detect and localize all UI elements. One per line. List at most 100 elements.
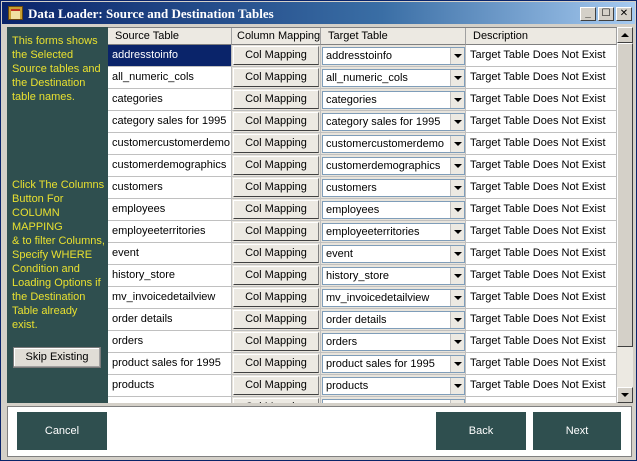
dropdown-arrow-icon[interactable] [450,334,464,350]
scroll-down-icon[interactable] [617,387,633,403]
source-table-cell[interactable]: orders [108,331,232,353]
source-table-cell[interactable]: employees [108,199,232,221]
table-row[interactable]: categories Col Mapping categories Target Ta… [108,89,617,111]
dropdown-arrow-icon[interactable] [450,246,464,262]
table-row[interactable]: orders Col Mapping orders Target Table Does… [108,331,617,353]
dropdown-arrow-icon[interactable] [450,70,464,86]
target-table-dropdown[interactable]: event [322,245,465,263]
header-target-table[interactable]: Target Table [321,28,466,45]
col-mapping-button[interactable]: Col Mapping [233,156,319,175]
col-mapping-button[interactable]: Col Mapping [233,376,319,395]
table-row[interactable]: Col Mapping [108,397,617,403]
header-column-mapping[interactable]: Column Mapping [232,28,321,45]
target-table-dropdown[interactable]: product sales for 1995 [322,355,465,373]
target-table-dropdown[interactable] [322,399,465,403]
col-mapping-button[interactable]: Col Mapping [233,46,319,65]
dropdown-arrow-icon[interactable] [450,114,464,130]
source-table-cell[interactable]: addresstoinfo [108,45,232,67]
col-mapping-button[interactable]: Col Mapping [233,288,319,307]
target-table-dropdown[interactable]: order details [322,311,465,329]
source-table-cell[interactable]: employeeterritories [108,221,232,243]
header-source-table[interactable]: Source Table [108,28,232,45]
table-row[interactable]: addresstoinfo Col Mapping addresstoinfo Tar… [108,45,617,67]
maximize-button[interactable]: ☐ [598,7,614,21]
target-table-dropdown[interactable]: all_numeric_cols [322,69,465,87]
next-button[interactable]: Next [533,412,621,450]
col-mapping-button[interactable]: Col Mapping [233,266,319,285]
dropdown-arrow-icon[interactable] [450,312,464,328]
cancel-button[interactable]: Cancel [17,412,107,450]
dropdown-arrow-icon[interactable] [450,378,464,394]
table-row[interactable]: employeeterritories Col Mapping employeete… [108,221,617,243]
target-table-dropdown[interactable]: category sales for 1995 [322,113,465,131]
skip-existing-button[interactable]: Skip Existing [13,347,101,368]
dropdown-arrow-icon[interactable] [450,158,464,174]
source-table-cell[interactable]: event [108,243,232,265]
col-mapping-button[interactable]: Col Mapping [233,200,319,219]
scroll-up-icon[interactable] [617,27,633,43]
dropdown-arrow-icon[interactable] [450,356,464,372]
col-mapping-button[interactable]: Col Mapping [233,90,319,109]
table-row[interactable]: event Col Mapping event Target Table Does N… [108,243,617,265]
source-table-cell[interactable]: categories [108,89,232,111]
source-table-cell[interactable]: customerdemographics [108,155,232,177]
col-mapping-button[interactable]: Col Mapping [233,112,319,131]
target-table-dropdown[interactable]: customercustomerdemo [322,135,465,153]
dropdown-arrow-icon[interactable] [450,400,464,403]
target-table-dropdown[interactable]: addresstoinfo [322,47,465,65]
dropdown-arrow-icon[interactable] [450,48,464,64]
header-description[interactable]: Description [466,28,617,45]
source-table-cell[interactable]: customers [108,177,232,199]
target-table-dropdown[interactable]: customers [322,179,465,197]
scroll-thumb[interactable] [617,43,633,347]
source-table-cell[interactable]: product sales for 1995 [108,353,232,375]
col-mapping-button[interactable]: Col Mapping [233,178,319,197]
minimize-button[interactable]: _ [580,7,596,21]
target-table-dropdown[interactable]: employees [322,201,465,219]
table-row[interactable]: customerdemographics Col Mapping customerd… [108,155,617,177]
table-row[interactable]: product sales for 1995 Col Mapping product… [108,353,617,375]
source-table-cell[interactable]: history_store [108,265,232,287]
dropdown-arrow-icon[interactable] [450,202,464,218]
col-mapping-button[interactable]: Col Mapping [233,398,319,403]
dropdown-arrow-icon[interactable] [450,268,464,284]
source-table-cell[interactable] [108,397,232,403]
target-table-dropdown[interactable]: mv_invoicedetailview [322,289,465,307]
source-table-cell[interactable]: mv_invoicedetailview [108,287,232,309]
dropdown-arrow-icon[interactable] [450,290,464,306]
source-table-cell[interactable]: category sales for 1995 [108,111,232,133]
table-row[interactable]: employees Col Mapping employees Target Tabl… [108,199,617,221]
table-row[interactable]: all_numeric_cols Col Mapping all_numeric_c… [108,67,617,89]
table-row[interactable]: customercustomerdemo Col Mapping customerc… [108,133,617,155]
source-table-cell[interactable]: customercustomerdemo [108,133,232,155]
target-table-dropdown[interactable]: orders [322,333,465,351]
table-row[interactable]: order details Col Mapping order details Tar… [108,309,617,331]
close-button[interactable]: ✕ [616,7,632,21]
source-table-cell[interactable]: order details [108,309,232,331]
target-table-dropdown[interactable]: products [322,377,465,395]
col-mapping-button[interactable]: Col Mapping [233,332,319,351]
col-mapping-button[interactable]: Col Mapping [233,244,319,263]
dropdown-arrow-icon[interactable] [450,224,464,240]
table-row[interactable]: customers Col Mapping customers Target Tabl… [108,177,617,199]
col-mapping-button[interactable]: Col Mapping [233,310,319,329]
target-table-dropdown[interactable]: employeeterritories [322,223,465,241]
title-bar[interactable]: Data Loader: Source and Destination Tabl… [2,2,635,24]
col-mapping-button[interactable]: Col Mapping [233,134,319,153]
dropdown-arrow-icon[interactable] [450,136,464,152]
table-row[interactable]: category sales for 1995 Col Mapping catego… [108,111,617,133]
table-row[interactable]: mv_invoicedetailview Col Mapping mv_invoic… [108,287,617,309]
target-table-dropdown[interactable]: categories [322,91,465,109]
table-row[interactable]: products Col Mapping products Target Table … [108,375,617,397]
dropdown-arrow-icon[interactable] [450,180,464,196]
dropdown-arrow-icon[interactable] [450,92,464,108]
col-mapping-button[interactable]: Col Mapping [233,222,319,241]
col-mapping-button[interactable]: Col Mapping [233,68,319,87]
target-table-dropdown[interactable]: customerdemographics [322,157,465,175]
source-table-cell[interactable]: products [108,375,232,397]
table-row[interactable]: history_store Col Mapping history_store Tar… [108,265,617,287]
target-table-dropdown[interactable]: history_store [322,267,465,285]
vertical-scrollbar[interactable] [617,27,633,403]
back-button[interactable]: Back [436,412,526,450]
col-mapping-button[interactable]: Col Mapping [233,354,319,373]
